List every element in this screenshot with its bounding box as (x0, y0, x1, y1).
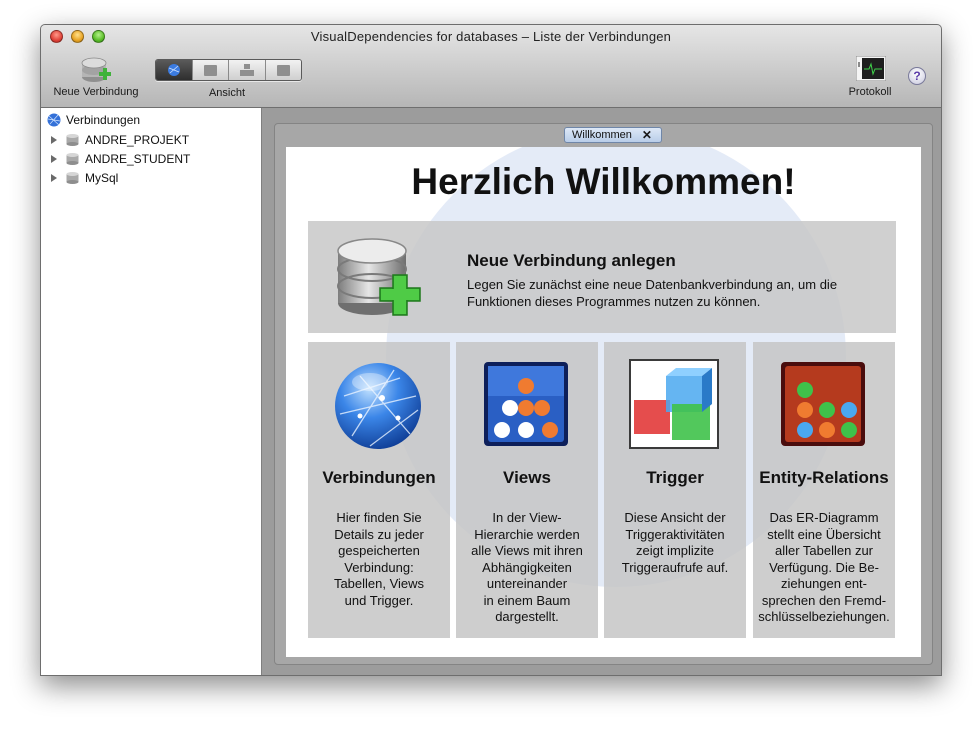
view-segmented-control[interactable] (155, 59, 302, 81)
card-description: Hier finden Sie Details zu jeder gespeic… (333, 510, 425, 608)
sidebar: Verbindungen ANDRE_PROJEKT ANDRE_STUDENT (41, 108, 262, 675)
log-button[interactable] (855, 55, 887, 82)
tab-close-icon[interactable]: ✕ (642, 129, 652, 141)
card-verbindungen[interactable]: Verbindungen Hier finden Sie Details zu … (308, 342, 450, 638)
new-connection-label: Neue Verbindung (53, 86, 139, 98)
tree-item-label: ANDRE_STUDENT (85, 152, 191, 166)
disclosure-triangle-icon[interactable] (51, 136, 57, 144)
stack-icon (239, 64, 254, 76)
view-segment-entity-relations[interactable] (264, 60, 301, 80)
tree-root-connections[interactable]: Verbindungen (47, 113, 140, 127)
table-icon (276, 64, 290, 76)
card-title: Verbindungen (322, 468, 436, 487)
entity-relations-icon (781, 362, 865, 446)
view-segment-connections[interactable] (156, 60, 192, 80)
toolbar: VisualDependencies for databases – Liste… (41, 25, 941, 108)
tree-item-mysql[interactable]: MySql (51, 171, 118, 185)
card-title: Views (503, 468, 551, 487)
disclosure-triangle-icon[interactable] (51, 155, 57, 163)
disclosure-triangle-icon[interactable] (51, 174, 57, 182)
tree-item-label: MySql (85, 171, 119, 185)
app-window: VisualDependencies for databases – Liste… (40, 24, 942, 676)
views-icon (484, 362, 568, 446)
card-description: Das ER-Diagramm stellt eine Übersicht al… (758, 510, 890, 624)
view-label: Ansicht (208, 87, 246, 99)
card-entity-relations[interactable]: Entity-Relations Das ER-Diagramm stellt … (753, 342, 895, 638)
database-icon (66, 153, 79, 165)
window-title: VisualDependencies for databases – Liste… (310, 29, 672, 44)
tree-root-label: Verbindungen (66, 113, 141, 127)
database-add-icon (337, 238, 421, 316)
card-views[interactable]: Views In der View- Hierarchie werden all… (456, 342, 598, 638)
new-connection-title: Neue Verbindung anlegen (467, 251, 676, 270)
tab-label: Willkommen (572, 129, 632, 141)
card-trigger[interactable]: Trigger Diese Ansicht der Triggeraktivit… (604, 342, 746, 638)
card-title: Trigger (646, 468, 704, 487)
page-title: Herzlich Willkommen! (411, 161, 796, 202)
view-segment-views[interactable] (191, 60, 228, 80)
globe-icon (167, 64, 180, 76)
trigger-cubes-icon (629, 359, 719, 449)
database-add-icon (81, 57, 111, 82)
main-content: Willkommen ✕ Herzlich Willkommen! Neue V… (262, 108, 941, 675)
globe-icon (47, 113, 61, 127)
log-label: Protokoll (848, 86, 892, 98)
database-icon (66, 134, 79, 146)
card-title: Entity-Relations (759, 468, 889, 487)
welcome-page: Herzlich Willkommen! Neue Verbindung anl… (286, 147, 921, 657)
card-description: In der View- Hierarchie werden alle View… (471, 510, 583, 624)
grid-icon (203, 64, 217, 76)
globe-icon (335, 363, 421, 449)
help-button[interactable]: ? (908, 67, 926, 85)
tree-item-label: ANDRE_PROJEKT (85, 133, 190, 147)
new-connection-panel[interactable]: Neue Verbindung anlegen Legen Sie zunäch… (308, 221, 896, 333)
console-monitor-icon (855, 55, 887, 82)
new-connection-button[interactable] (79, 53, 113, 85)
tree-item-andre-student[interactable]: ANDRE_STUDENT (51, 152, 190, 166)
card-description: Diese Ansicht der Triggeraktivitäten zei… (621, 510, 729, 575)
view-segment-trigger[interactable] (228, 60, 265, 80)
new-connection-description: Legen Sie zunächst eine neue Datenbankve… (467, 277, 838, 309)
tree-item-andre-projekt[interactable]: ANDRE_PROJEKT (51, 133, 189, 147)
database-icon (66, 172, 79, 184)
tab-willkommen[interactable]: Willkommen ✕ (564, 127, 662, 143)
